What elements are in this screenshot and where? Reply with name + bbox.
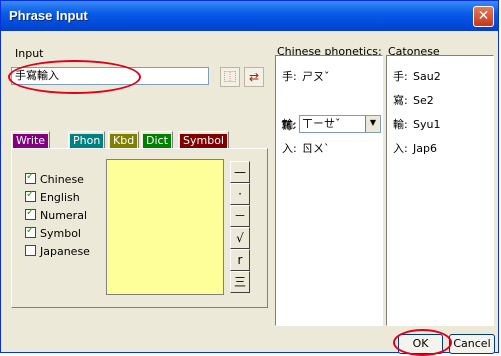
tab-write[interactable]: Write <box>11 131 51 149</box>
close-button[interactable]: ✕ <box>473 6 494 27</box>
tab-dict-label: Dict <box>143 134 171 148</box>
checkbox-box[interactable] <box>25 207 36 220</box>
phonetic-select[interactable]: ㄒㄧㄝˇ ▼ <box>299 115 381 133</box>
cantonese-phonetic-row: 寫: Se2 <box>393 94 434 107</box>
tab-phon-label: Phon <box>70 134 104 148</box>
dropdown-arrow-icon[interactable]: ▼ <box>365 116 380 132</box>
cantonese-phonetic-row: 輸: Syu1 <box>393 118 441 131</box>
cancel-button[interactable]: Cancel <box>449 334 495 354</box>
ok-button[interactable]: OK <box>398 334 443 354</box>
chinese-phonetic-row: 手: ㄕㄡˇ <box>282 70 330 83</box>
phrase-input-dialog: Phrase Input ✕ Input 手寫輸入 ⿰ ⇄ Write Phon… <box>0 0 499 356</box>
stroke-button-1[interactable]: — <box>230 161 250 183</box>
stroke-button-4[interactable]: √ <box>230 227 250 249</box>
tab-kbd-label: Kbd <box>110 134 138 148</box>
handwriting-area[interactable] <box>106 159 224 295</box>
close-icon: ✕ <box>477 8 490 24</box>
chinese-phonetic-row: 入: ㄖㄨˋ <box>282 142 330 155</box>
phonetic-select-value: ㄒㄧㄝˇ <box>302 117 341 130</box>
chinese-phonetics-panel: 手:ㄕㄡˇ 輸:ㄕㄨ 入:ㄖㄨˋ <box>275 55 383 326</box>
checkbox-label: Numeral <box>40 209 88 222</box>
tab-symbol-label: Symbol <box>180 134 227 148</box>
checkbox-box[interactable] <box>25 245 36 256</box>
tab-symbol[interactable]: Symbol <box>178 131 229 149</box>
tab-kbd[interactable]: Kbd <box>108 131 140 149</box>
checkbox-box[interactable] <box>25 225 36 238</box>
checkbox-box[interactable] <box>25 189 36 202</box>
title-bar: Phrase Input ✕ <box>1 1 498 31</box>
cantonese-phonetics-panel: 手: Sau2 寫: Se2 輸: Syu1 入: Jap6 <box>386 55 494 326</box>
chinese-phonetic-char: 寫: <box>281 119 296 132</box>
stroke-button-6[interactable]: 三 <box>230 271 250 293</box>
tab-write-label: Write <box>13 134 49 148</box>
checkbox-label: Chinese <box>40 173 84 186</box>
tab-dict[interactable]: Dict <box>141 131 173 149</box>
convert-button[interactable]: ⇄ <box>244 67 264 87</box>
cantonese-phonetic-row: 入: Jap6 <box>393 142 437 155</box>
stroke-button-5[interactable]: r <box>230 249 250 271</box>
stroke-button-2[interactable]: · <box>230 183 250 205</box>
checkbox-english[interactable]: English <box>25 189 80 205</box>
checkbox-japanese[interactable]: Japanese <box>25 245 90 259</box>
checkbox-label: English <box>40 191 80 204</box>
window-title: Phrase Input <box>9 8 88 23</box>
checkbox-label: Japanese <box>40 245 90 258</box>
input-field[interactable]: 手寫輸入 <box>11 67 209 85</box>
tab-phon[interactable]: Phon <box>68 131 106 149</box>
chinese-char-button[interactable]: ⿰ <box>220 67 240 87</box>
cantonese-phonetic-row: 手: Sau2 <box>393 70 441 83</box>
chinese-char-icon: ⿰ <box>223 70 236 84</box>
checkbox-label: Symbol <box>40 227 81 240</box>
checkbox-chinese[interactable]: Chinese <box>25 171 84 187</box>
stroke-button-3[interactable]: － <box>230 205 250 227</box>
checkbox-symbol[interactable]: Symbol <box>25 225 81 241</box>
input-label: Input <box>15 47 44 60</box>
checkbox-numeral[interactable]: Numeral <box>25 207 88 223</box>
convert-icon: ⇄ <box>248 70 260 84</box>
checkbox-box[interactable] <box>25 171 36 184</box>
